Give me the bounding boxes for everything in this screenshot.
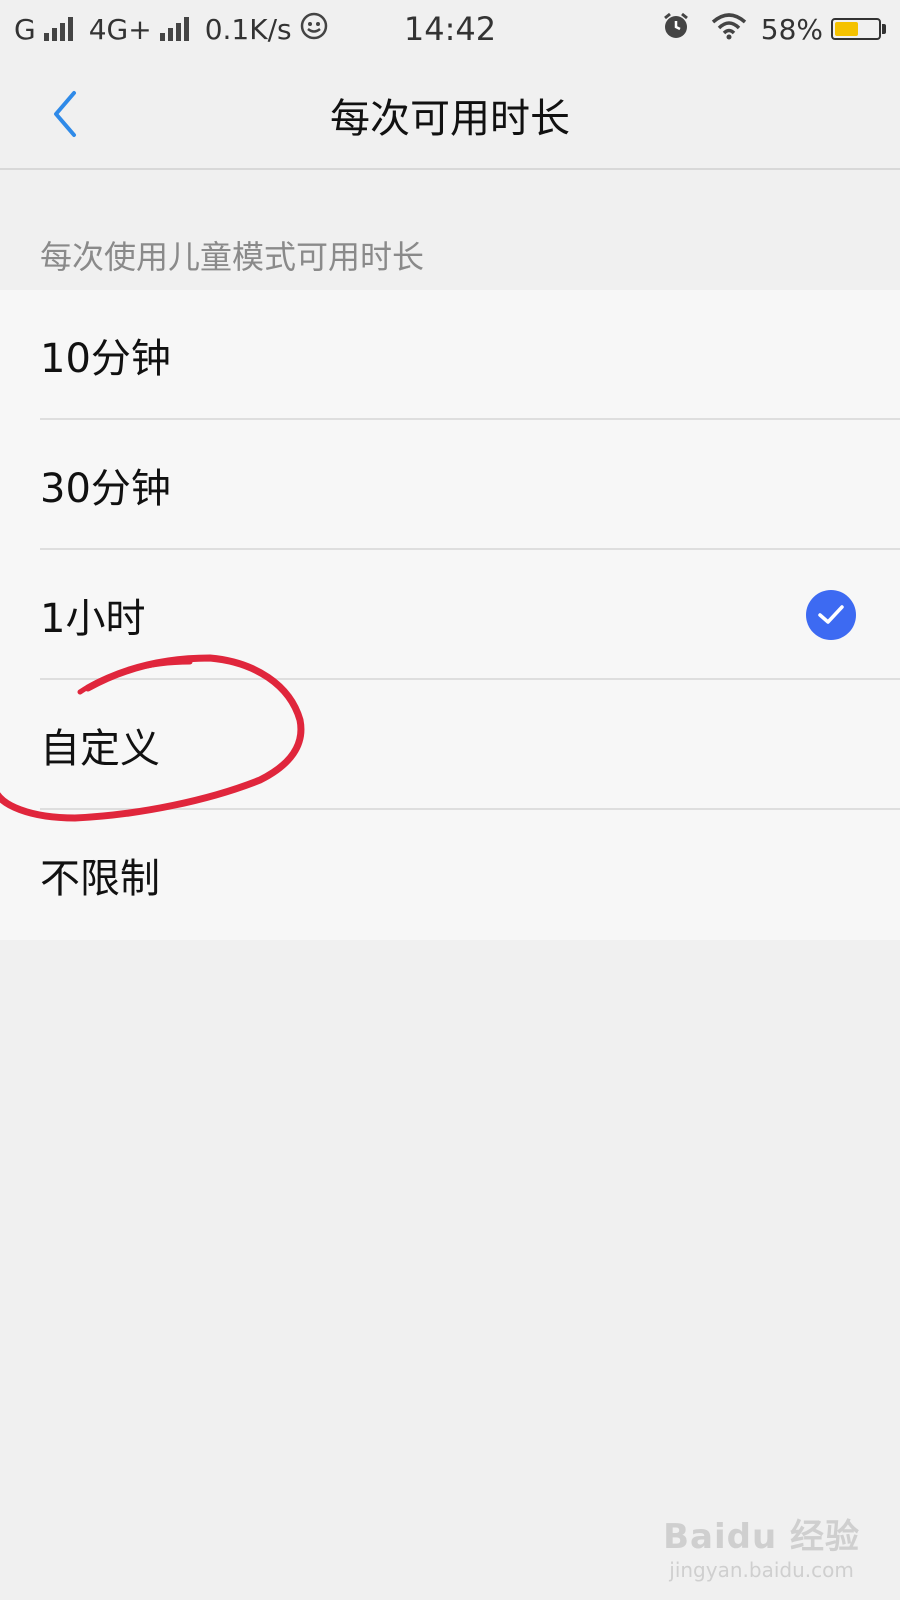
battery-fill [835,22,858,36]
option-unlimited[interactable]: 不限制 [0,810,900,940]
option-custom[interactable]: 自定义 [0,680,900,810]
option-label: 自定义 [40,726,160,772]
option-1hour[interactable]: 1小时 [0,550,900,680]
option-10min[interactable]: 10分钟 [0,290,900,420]
options-list: 10分钟 30分钟 1小时 自定义 不限制 [0,290,900,940]
option-label: 30分钟 [40,466,171,512]
section-header: 每次使用儿童模式可用时长 [40,238,425,276]
status-bar: G 4G+ 0.1K/s 58% [0,0,900,58]
wifi-icon [711,12,747,47]
carrier1-label: G [14,12,36,46]
watermark-logo: Baidu 经验 [663,1517,860,1557]
watermark: Baidu 经验 jingyan.baidu.com [663,1509,860,1582]
signal-icon-2 [159,17,189,41]
face-icon [300,12,328,47]
status-right: 58% [661,11,886,48]
status-left: G 4G+ 0.1K/s [14,12,328,47]
page-title: 每次可用时长 [330,96,570,142]
net-speed: 0.1K/s [204,12,292,46]
signal-icon [43,17,73,41]
option-label: 不限制 [40,856,160,902]
alarm-icon [661,11,691,48]
option-label: 10分钟 [40,336,171,382]
nav-bar: 每次可用时长 [0,58,900,170]
battery-icon [831,18,886,40]
battery-text: 58% [760,12,823,46]
option-30min[interactable]: 30分钟 [0,420,900,550]
checkmark-icon [806,590,856,640]
watermark-url: jingyan.baidu.com [669,1558,854,1582]
carrier2-label: 4G+ [88,12,152,46]
option-label: 1小时 [40,596,146,642]
